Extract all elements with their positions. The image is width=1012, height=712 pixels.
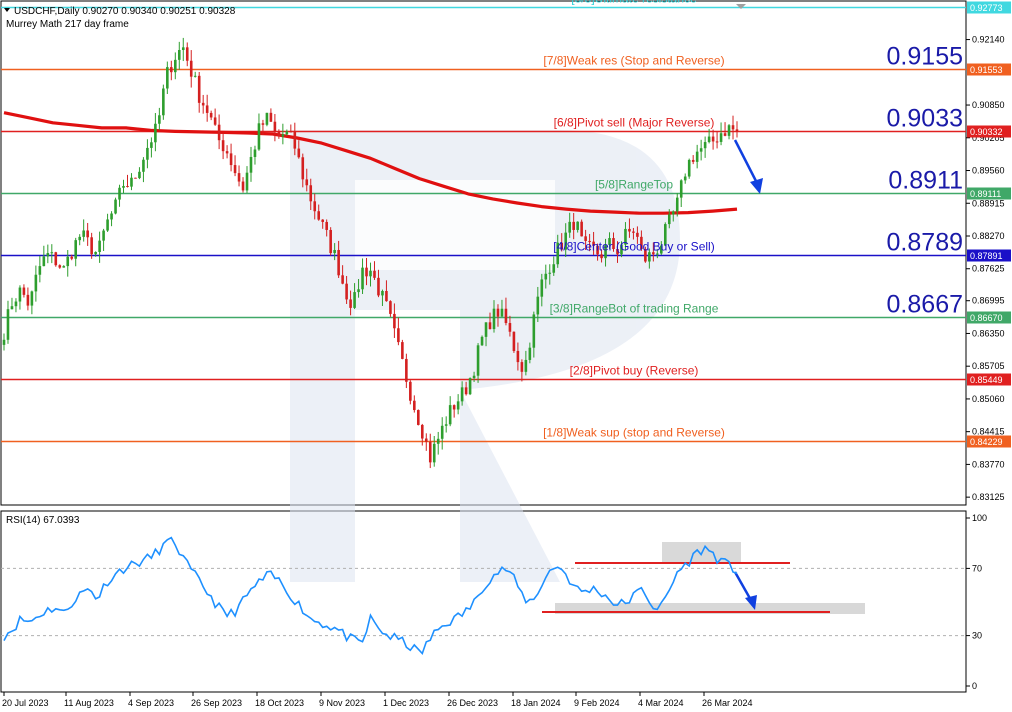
candle: [162, 84, 165, 120]
price-axis-label: 0.88270: [972, 231, 1005, 241]
price-axis-label: 0.89560: [972, 166, 1005, 176]
rsi-axis-label: 70: [972, 563, 982, 573]
price-tag-text: 0.91553: [970, 65, 1003, 75]
price-tags: 0.92773 0.91553 0.90332 0.89111 0.87891 0.866…: [967, 1, 1011, 448]
level-label: [3/8]RangeBot of trading Range: [550, 302, 719, 316]
time-axis-label: 18 Jan 2024: [511, 698, 561, 708]
level-label: [6/8]Pivot sell (Major Reverse): [554, 116, 715, 130]
candle: [580, 219, 583, 237]
price-axis-label: 0.83125: [972, 492, 1005, 502]
time-axis-label: 4 Sep 2023: [128, 698, 174, 708]
price-tag-text: 0.85449: [970, 375, 1003, 385]
price-axis-label: 0.92140: [972, 35, 1005, 45]
level-big-label: 0.8667: [887, 291, 963, 319]
time-axis-label: 11 Aug 2023: [64, 698, 114, 708]
candle: [265, 112, 269, 127]
price-axis-label: 0.83770: [972, 459, 1005, 469]
level-label: [7/8]Weak res (Stop and Reverse): [543, 54, 724, 68]
level-label: [1/8]Weak sup (stop and Reverse): [543, 426, 725, 440]
candle: [687, 158, 691, 179]
candle: [401, 339, 404, 360]
candle: [114, 197, 117, 215]
candle: [480, 335, 484, 346]
level-label: [4/8]Center (Good Buy or Sell): [553, 240, 714, 254]
time-axis-label: 1 Dec 2023: [383, 698, 429, 708]
price-axis-label: 0.84415: [972, 427, 1005, 437]
candle: [409, 380, 412, 405]
price-tag-text: 0.84229: [970, 437, 1003, 447]
time-axis-label: 26 Mar 2024: [702, 698, 753, 708]
price-axis-label: 0.86995: [972, 296, 1005, 306]
price-axis-label: 0.88915: [972, 198, 1005, 208]
price-axis-label: 0.85060: [972, 394, 1005, 404]
rsi-axis-label: 100: [972, 513, 987, 523]
price-axis-label: 0.86350: [972, 328, 1005, 338]
rsi-axis-label: 0: [972, 681, 977, 691]
level-big-label: 0.9033: [887, 105, 963, 133]
level-big-label: 0.8911: [888, 167, 963, 195]
price-tag-text: 0.89111: [970, 189, 1001, 199]
price-axis-label: 0.87625: [972, 264, 1005, 274]
indicator-line: Murrey Math 217 day frame: [6, 19, 129, 30]
level-label: [2/8]Pivot buy (Reverse): [570, 364, 699, 378]
time-axis-label: 9 Nov 2023: [319, 698, 365, 708]
symbol-line: USDCHF,Daily 0.90270 0.90340 0.90251 0.9…: [14, 6, 236, 17]
candle: [417, 409, 420, 426]
time-axis-label: 20 Jul 2023: [2, 698, 49, 708]
price-tag-text: 0.92773: [970, 3, 1003, 13]
price-axis: 0.921400.908500.902050.895600.889150.882…: [966, 35, 1005, 502]
rsi-label: RSI(14) 67.0393: [6, 515, 80, 526]
level-label: [8/8]Ultimate resistance: [571, 0, 697, 6]
price-tag-text: 0.90332: [970, 127, 1003, 137]
price-tag-text: 0.86670: [970, 313, 1003, 323]
candle: [512, 331, 516, 353]
level-big-label: 0.8789: [887, 229, 963, 257]
time-axis-label: 26 Sep 2023: [191, 698, 242, 708]
candle: [329, 227, 332, 256]
time-axis-label: 26 Dec 2023: [447, 698, 498, 708]
candle: [134, 177, 137, 179]
rsi-axis-label: 30: [972, 631, 982, 641]
price-tag-text: 0.87891: [970, 251, 1003, 261]
chart-canvas: [8/8]Ultimate resistance [7/8]Weak res (S…: [0, 0, 1011, 708]
price-axis-label: 0.85705: [972, 361, 1005, 371]
level-big-label: 0.9155: [887, 43, 963, 71]
candle: [54, 251, 58, 267]
time-axis-label: 4 Mar 2024: [638, 698, 684, 708]
price-axis-label: 0.90850: [972, 100, 1005, 110]
time-axis-label: 9 Feb 2024: [574, 698, 620, 708]
time-axis-label: 18 Oct 2023: [255, 698, 304, 708]
candle: [468, 377, 472, 396]
level-label: [5/8]RangeTop: [595, 178, 673, 192]
